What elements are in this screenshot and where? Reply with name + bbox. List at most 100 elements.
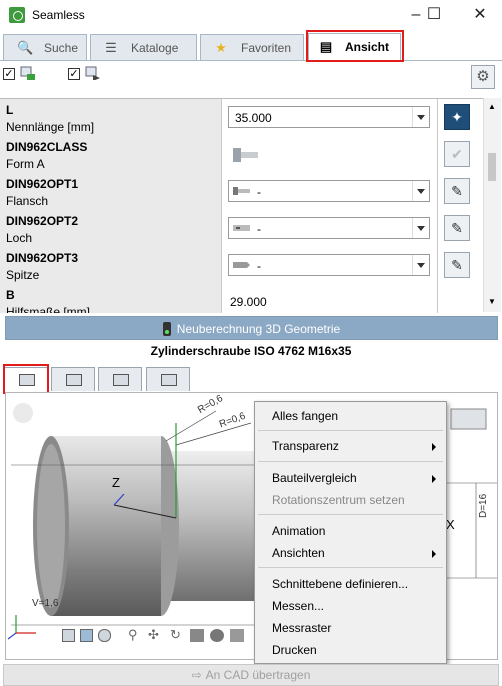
sphere-icon[interactable] <box>210 629 224 642</box>
grid-icon[interactable] <box>190 629 204 642</box>
menu-item-drucken[interactable]: Drucken <box>272 643 317 657</box>
view-front-icon[interactable] <box>62 629 75 642</box>
param-value-cell: - <box>222 247 438 284</box>
scroll-down-icon[interactable]: ▼ <box>488 297 496 306</box>
edit-button[interactable]: ✎ <box>444 252 470 278</box>
view-tab-preview[interactable] <box>98 367 142 391</box>
checkbox-option-2[interactable]: ✓ <box>68 68 80 80</box>
table-row: L Nennlänge [mm] 35.000 ✦ <box>0 99 483 137</box>
length-combo[interactable]: 35.000 <box>228 106 430 128</box>
maximize-button[interactable]: ☐ <box>416 0 452 30</box>
tab-label: Favoriten <box>241 41 292 55</box>
param-action-cell: ✎ <box>438 173 483 210</box>
param-value-cell: 29.000 <box>222 284 438 313</box>
rotate-icon[interactable]: ↻ <box>170 627 181 643</box>
param-key: B <box>6 288 15 302</box>
chevron-down-icon[interactable] <box>412 107 429 127</box>
param-action-cell: ✔ <box>438 136 483 173</box>
menu-item-animation[interactable]: Animation <box>272 524 325 538</box>
cad-transfer-icon: ⇨ <box>191 668 202 682</box>
spitze-combo[interactable]: - <box>228 254 430 276</box>
menu-item-label: Transparenz <box>272 439 339 453</box>
submenu-arrow-icon <box>432 443 436 451</box>
table-row: DIN962OPT1 Flansch - ✎ <box>0 173 483 211</box>
pan-icon[interactable]: ✣ <box>148 627 159 643</box>
loch-combo[interactable]: - <box>228 217 430 239</box>
menu-item-alles-fangen[interactable]: Alles fangen <box>272 409 338 423</box>
confirm-button[interactable]: ✔ <box>444 141 470 167</box>
menu-item-schnittebene[interactable]: Schnittebene definieren... <box>272 577 408 591</box>
table-row: DIN962OPT2 Loch - ✎ <box>0 210 483 248</box>
param-name-cell: B Hilfsmaße [mm] <box>0 284 222 313</box>
chevron-down-icon[interactable] <box>412 255 429 275</box>
chevron-down-icon[interactable] <box>412 218 429 238</box>
view-shaded-icon[interactable] <box>80 629 93 642</box>
print-icon[interactable] <box>230 629 244 642</box>
scroll-up-icon[interactable]: ▲ <box>488 102 496 111</box>
glasses-icon <box>450 408 487 430</box>
table-row: DIN962OPT3 Spitze - ✎ <box>0 247 483 285</box>
menu-item-messen[interactable]: Messen... <box>272 599 324 613</box>
recalc-3d-button[interactable]: Neuberechnung 3D Geometrie <box>5 316 498 340</box>
highlight-frame <box>306 30 404 62</box>
edit-button[interactable]: ✎ <box>444 215 470 241</box>
table-row: DIN962CLASS Form A ✔ <box>0 136 483 174</box>
params-scrollbar[interactable]: ▲ ▼ <box>483 98 501 312</box>
param-action-cell: ✦ <box>438 99 483 136</box>
view-tab-drawing[interactable] <box>51 367 95 391</box>
tab-kataloge[interactable]: ☰ Kataloge <box>90 34 197 60</box>
close-button[interactable]: ✕ <box>462 0 498 30</box>
tip-icon <box>233 262 250 268</box>
navigation-orb[interactable] <box>13 403 33 423</box>
param-name-cell: L Nennlänge [mm] <box>0 99 222 136</box>
tab-favoriten[interactable]: ★ Favoriten <box>200 34 304 60</box>
traffic-light-icon <box>162 322 171 336</box>
menu-separator <box>258 514 443 515</box>
menu-item-messraster[interactable]: Messraster <box>272 621 331 635</box>
window-title: Seamless <box>32 8 85 22</box>
dimension-label: D=16 <box>478 493 489 518</box>
screw-form-image <box>233 148 258 162</box>
pin-button[interactable]: ✦ <box>444 104 470 130</box>
param-key: L <box>6 103 14 117</box>
view-cylinder-icon[interactable] <box>98 629 111 642</box>
view-tab-export[interactable] <box>146 367 190 391</box>
drawing-icon <box>66 374 82 386</box>
flansch-combo[interactable]: - <box>228 180 430 202</box>
param-action-cell <box>438 284 483 313</box>
param-name-cell: DIN962OPT1 Flansch <box>0 173 222 210</box>
part-title: Zylinderschraube ISO 4762 M16x35 <box>150 344 352 358</box>
param-value-cell: - <box>222 210 438 247</box>
combo-value: 35.000 <box>235 111 272 125</box>
edit-icon: ✎ <box>451 257 463 273</box>
param-desc: Nennlänge [mm] <box>6 120 95 134</box>
edit-button[interactable]: ✎ <box>444 178 470 204</box>
gear-icon: ⚙ <box>476 68 490 85</box>
param-desc: Spitze <box>6 268 40 282</box>
menu-item-label: Ansichten <box>272 546 325 560</box>
tab-label: Suche <box>44 41 79 55</box>
chevron-down-icon[interactable] <box>412 181 429 201</box>
param-desc: Form A <box>6 157 45 171</box>
menu-item-rotationszentrum[interactable]: Rotationszentrum setzen <box>272 493 405 507</box>
star-icon: ★ <box>215 40 227 55</box>
checkbox-option-1[interactable]: ✓ <box>3 68 15 80</box>
scrollbar-thumb[interactable] <box>488 153 496 181</box>
cad-button-label: An CAD übertragen <box>205 668 311 682</box>
param-key: DIN962CLASS <box>6 140 88 154</box>
tab-suche[interactable]: 🔍 Suche <box>3 34 87 60</box>
settings-gear-button[interactable]: ⚙ <box>471 65 495 89</box>
param-key: DIN962OPT3 <box>6 251 79 265</box>
check-icon: ✔ <box>451 146 463 162</box>
zoom-icon[interactable]: ⚲ <box>128 627 138 643</box>
app-icon <box>9 7 25 23</box>
menu-item-ansichten[interactable]: Ansichten <box>272 546 325 560</box>
export-icon <box>161 374 177 386</box>
part-arrow-icon <box>85 66 100 80</box>
hole-icon <box>233 225 250 231</box>
param-value-cell: - <box>222 173 438 210</box>
menu-item-bauteilvergleich[interactable]: Bauteilvergleich <box>272 471 357 485</box>
menu-item-transparenz[interactable]: Transparenz <box>272 439 432 453</box>
transfer-to-cad-button[interactable]: ⇨ An CAD übertragen <box>3 664 499 686</box>
combo-value: - <box>257 259 261 273</box>
